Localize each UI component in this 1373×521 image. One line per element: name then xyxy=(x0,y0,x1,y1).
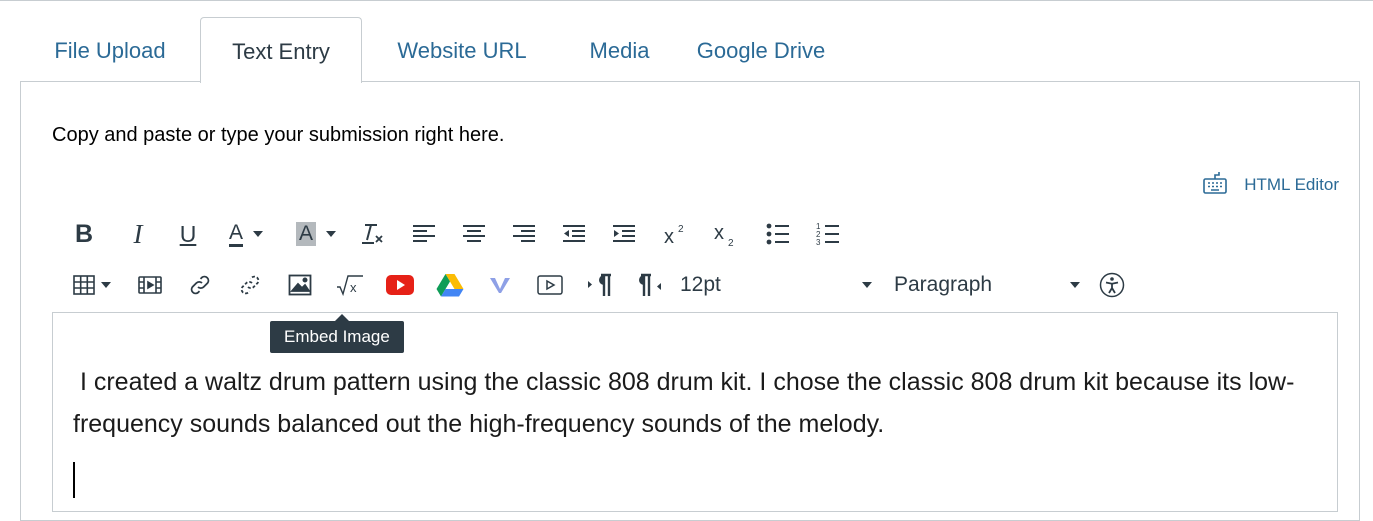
subscript-button[interactable]: x2 xyxy=(708,216,744,252)
unlink-icon xyxy=(238,273,262,297)
clear-formatting-button[interactable] xyxy=(352,216,392,252)
toolbar-row-formatting: B I U A A x 2 x 2 1 2 3 xyxy=(66,214,846,254)
vimeo-icon xyxy=(489,275,511,295)
underline-button[interactable]: U xyxy=(170,216,206,252)
indent-button[interactable] xyxy=(606,216,642,252)
font-color-button[interactable]: A xyxy=(214,216,278,252)
chevron-down-icon xyxy=(1070,282,1080,288)
outdent-button[interactable] xyxy=(556,216,592,252)
chevron-down-icon xyxy=(253,231,263,237)
editor-content[interactable]: I created a waltz drum pattern using the… xyxy=(73,361,1323,445)
superscript-button[interactable]: x2 xyxy=(658,216,694,252)
italic-label: I xyxy=(133,218,143,249)
numbered-list-icon: 123 xyxy=(815,221,841,247)
tab-media[interactable]: Media xyxy=(562,17,677,82)
instructions-text: Copy and paste or type your submission r… xyxy=(52,124,505,146)
font-color-label: A xyxy=(228,221,243,247)
accessibility-checker-button[interactable] xyxy=(1094,267,1130,303)
embed-image-button[interactable] xyxy=(282,267,318,303)
block-format-select[interactable]: Paragraph xyxy=(894,273,1080,297)
rtl-paragraph-icon xyxy=(637,273,663,297)
align-right-icon xyxy=(511,223,537,245)
rich-text-editor[interactable]: I created a waltz drum pattern using the… xyxy=(52,312,1338,512)
link-button[interactable] xyxy=(182,267,218,303)
accessibility-icon xyxy=(1099,272,1125,298)
chevron-down-icon xyxy=(101,282,111,288)
svg-text:x: x xyxy=(664,226,674,247)
text-cursor xyxy=(73,462,75,498)
film-icon xyxy=(138,275,162,295)
bullet-list-button[interactable] xyxy=(760,216,796,252)
google-drive-icon xyxy=(436,273,464,297)
unlink-button[interactable] xyxy=(232,267,268,303)
subscript-icon: x2 xyxy=(712,220,740,248)
top-border xyxy=(0,0,1373,1)
table-button[interactable] xyxy=(66,267,118,303)
link-icon xyxy=(188,273,212,297)
outdent-icon xyxy=(561,223,587,245)
square-root-icon: x xyxy=(336,274,364,296)
svg-text:x: x xyxy=(714,222,724,244)
indent-icon xyxy=(611,223,637,245)
align-left-icon xyxy=(411,223,437,245)
html-editor-link[interactable]: HTML Editor xyxy=(1202,170,1339,200)
clear-formatting-icon xyxy=(358,220,386,248)
svg-text:2: 2 xyxy=(678,224,684,235)
ltr-paragraph-icon xyxy=(587,273,613,297)
chevron-down-icon xyxy=(862,282,872,288)
equation-button[interactable]: x xyxy=(332,267,368,303)
keyboard-icon xyxy=(1202,170,1228,201)
align-right-button[interactable] xyxy=(506,216,542,252)
chevron-down-icon xyxy=(326,231,336,237)
align-left-button[interactable] xyxy=(406,216,442,252)
tab-website-url[interactable]: Website URL xyxy=(362,17,562,82)
block-format-value: Paragraph xyxy=(894,273,993,296)
image-icon xyxy=(288,274,312,296)
embed-image-tooltip: Embed Image xyxy=(270,314,404,353)
bullet-list-icon xyxy=(765,222,791,246)
vimeo-button[interactable] xyxy=(482,267,518,303)
svg-text:3: 3 xyxy=(816,238,821,247)
youtube-icon xyxy=(386,275,414,295)
embed-media-button[interactable] xyxy=(132,267,168,303)
tab-file-upload[interactable]: File Upload xyxy=(20,17,200,82)
play-icon xyxy=(537,275,563,295)
superscript-icon: x2 xyxy=(662,221,690,247)
background-color-label: A xyxy=(295,222,316,246)
tab-text-entry[interactable]: Text Entry xyxy=(200,17,362,83)
google-drive-button[interactable] xyxy=(432,267,468,303)
ltr-button[interactable] xyxy=(582,267,618,303)
media-player-button[interactable] xyxy=(532,267,568,303)
svg-text:x: x xyxy=(350,280,357,295)
tab-google-drive[interactable]: Google Drive xyxy=(677,17,845,82)
svg-text:2: 2 xyxy=(728,238,734,248)
background-color-button[interactable]: A xyxy=(284,216,348,252)
font-size-select[interactable]: 12pt xyxy=(680,273,872,297)
italic-button[interactable]: I xyxy=(120,216,156,252)
numbered-list-button[interactable]: 123 xyxy=(810,216,846,252)
submission-tabs: File Upload Text Entry Website URL Media… xyxy=(20,17,845,83)
youtube-button[interactable] xyxy=(382,267,418,303)
align-center-icon xyxy=(461,223,487,245)
toolbar-row-insert: x 12pt Paragraph xyxy=(66,265,1130,305)
bold-label: B xyxy=(74,219,94,248)
bold-button[interactable]: B xyxy=(66,216,102,252)
font-size-value: 12pt xyxy=(680,273,721,296)
html-editor-label: HTML Editor xyxy=(1244,175,1339,194)
underline-label: U xyxy=(179,220,197,247)
table-icon xyxy=(73,275,95,295)
align-center-button[interactable] xyxy=(456,216,492,252)
rtl-button[interactable] xyxy=(632,267,668,303)
